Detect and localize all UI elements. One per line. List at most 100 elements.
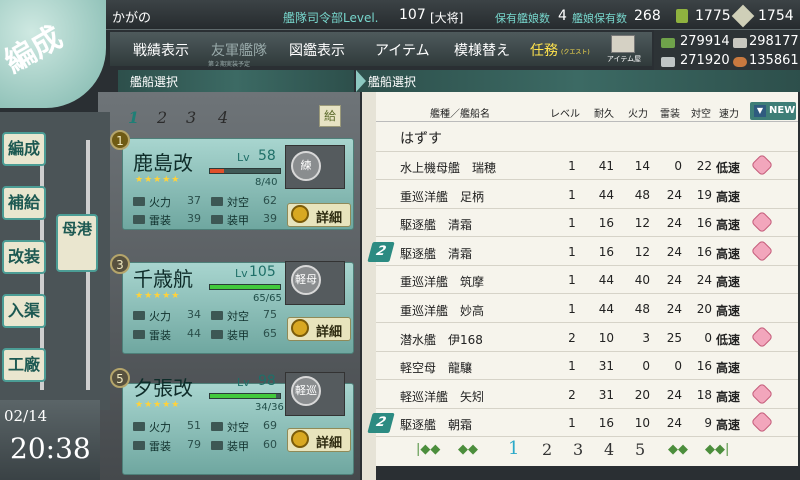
ship-list-row[interactable]: 重巡洋艦 筑摩 1 44 40 24 24 高速: [376, 266, 798, 295]
ship-type-and-name: 潜水艦 伊168: [400, 331, 483, 348]
firepower-icon: [133, 422, 145, 431]
ship-list-row[interactable]: 駆逐艦 清霜 1 16 12 24 16 高速: [376, 209, 798, 238]
fleet-tab-3[interactable]: 3: [186, 108, 204, 128]
ship-type-and-name: 駆逐艦 清霜: [400, 245, 472, 262]
nav-organize-button[interactable]: 編成: [2, 132, 46, 166]
heart-lock-icon[interactable]: [750, 411, 774, 434]
ship-name: 鹿島改: [133, 151, 193, 175]
heart-lock-icon[interactable]: [750, 239, 774, 263]
fleet-tab-4[interactable]: 4: [218, 108, 236, 128]
page-button-current[interactable]: 1: [508, 438, 519, 459]
ship-list-row[interactable]: 軽巡洋艦 矢矧 2 31 20 24 18 高速: [376, 381, 798, 409]
ship-list-torpedo: 24: [666, 187, 682, 202]
fleet-tab-2[interactable]: 2: [157, 108, 175, 128]
fleet-assignment-badge: 2: [367, 241, 395, 262]
ship-list-anti-air: 9: [704, 416, 712, 431]
detail-button[interactable]: 詳細: [287, 428, 351, 452]
pager-last-button[interactable]: ◆◆|: [705, 442, 729, 457]
nav-arsenal-button[interactable]: 工廠: [2, 348, 46, 382]
ship-type: 重巡洋艦: [400, 189, 449, 204]
supply-icon[interactable]: 給: [319, 105, 341, 127]
page-button[interactable]: 4: [604, 440, 614, 459]
ship-list-torpedo: 24: [666, 244, 682, 259]
menu-quests[interactable]: 任務: [530, 40, 558, 60]
ship-type-and-name: 軽巡洋艦 矢矧: [400, 388, 484, 405]
nav-repair-button[interactable]: 入渠: [2, 294, 46, 328]
ship-type: 軽巡洋艦: [400, 389, 449, 404]
ammo-amount: 298177: [749, 34, 799, 49]
pager-next-button[interactable]: ◆◆: [668, 442, 688, 457]
stat-value: 75: [263, 308, 277, 321]
stat-value: 34: [187, 308, 201, 321]
ship-list-torpedo: 24: [666, 302, 682, 316]
heart-lock-icon[interactable]: [750, 382, 774, 406]
ship-list-name: 筑摩: [460, 275, 485, 290]
detail-button[interactable]: 詳細: [287, 317, 351, 341]
ship-list-row[interactable]: 2 駆逐艦 清霜 1 16 12 24 16 高速: [367, 238, 798, 266]
owned-ships-count: 268: [634, 8, 661, 24]
ship-list-name: 清霜: [448, 246, 473, 261]
ship-list-row[interactable]: 軽空母 龍驤 1 31 0 0 16 高速: [376, 352, 798, 381]
column-header-level: レベル: [550, 109, 580, 120]
menu-furniture[interactable]: 模様替え: [454, 40, 510, 60]
nav-resupply-button[interactable]: 補給: [2, 186, 46, 220]
level-label: Lv: [235, 267, 248, 280]
detail-label: 詳細: [316, 436, 343, 451]
detail-button[interactable]: 詳細: [287, 203, 351, 227]
fleet-slot-number: 1: [110, 130, 130, 150]
nav-remodel-button[interactable]: 改装: [2, 240, 46, 274]
heart-lock-icon[interactable]: [750, 325, 774, 348]
heart-lock-icon[interactable]: [750, 210, 774, 234]
heart-lock-icon[interactable]: [750, 153, 774, 177]
ship-list-hp: 31: [598, 387, 614, 402]
armor-icon: [211, 330, 223, 339]
ship-list-row[interactable]: 重巡洋艦 妙高 1 44 48 24 20 高速: [376, 295, 798, 323]
page-button[interactable]: 2: [542, 440, 552, 459]
bucket-count: 1775: [695, 8, 731, 24]
stat-label: 雷装: [149, 440, 171, 453]
hp-bar-fill: [210, 394, 276, 398]
menu-library[interactable]: 図鑑表示: [289, 40, 345, 60]
torpedo-icon: [133, 441, 145, 450]
armor-icon: [211, 215, 223, 224]
ship-type-and-name: 水上機母艦 瑞穂: [400, 159, 496, 176]
left-panel-title: 艦船選択: [130, 75, 179, 89]
ship-list-hp: 10: [598, 330, 614, 345]
pager-first-button[interactable]: |◆◆: [416, 442, 440, 457]
ship-list-hp: 44: [598, 273, 614, 288]
menu-record[interactable]: 戦績表示: [133, 40, 189, 60]
ships-count: 4: [558, 8, 567, 24]
bauxite-amount: 135861: [749, 53, 799, 68]
stat-label: 対空: [227, 421, 249, 434]
ship-list-name: 伊168: [448, 332, 483, 347]
bucket-icon: [676, 9, 688, 23]
menu-friend-fleet[interactable]: 友軍艦隊: [211, 40, 267, 60]
anti-air-icon: [211, 311, 223, 320]
development-material-count: 1754: [758, 8, 794, 24]
ship-list-hp: 44: [598, 187, 614, 202]
fleet-ship-card[interactable]: 夕張改 Lv 98 ★★★★★ 34/36 軽巡 火力 51 対空 69 雷装 …: [122, 372, 354, 475]
level-label: Lv: [237, 376, 250, 389]
ship-list-row[interactable]: 潜水艦 伊168 2 10 3 25 0 低速: [376, 324, 798, 352]
stat-label: 対空: [227, 310, 249, 323]
home-port-button[interactable]: 母港: [56, 214, 98, 272]
stat-value: 62: [263, 194, 277, 207]
ship-type-badge: 軽巡: [291, 376, 321, 406]
fleet-tab-1[interactable]: 1: [128, 108, 146, 128]
fleet-ship-card[interactable]: 千歳航 Lv 105 ★★★★★ 65/65 軽母 火力 34 対空 75 雷装…: [122, 261, 354, 354]
sort-arrow-icon: ▼: [754, 105, 766, 117]
menu-items[interactable]: アイテム: [375, 40, 430, 60]
item-shop-button[interactable]: アイテム屋: [600, 34, 648, 64]
ship-list-row[interactable]: 水上機母艦 瑞穂 1 41 14 0 22 低速: [376, 152, 798, 180]
ship-list-firepower: 48: [634, 302, 650, 316]
page-button[interactable]: 3: [573, 440, 583, 459]
ship-list-row[interactable]: 2 駆逐艦 朝霜 1 16 10 24 9 高速: [367, 409, 798, 438]
ship-level: 58: [258, 148, 276, 164]
quest-subtitle: (クエスト): [561, 49, 590, 56]
sort-button[interactable]: ▼ NEW: [750, 102, 796, 120]
page-button[interactable]: 5: [635, 440, 645, 459]
fleet-ship-card[interactable]: 鹿島改 Lv 58 ★★★★★ 8/40 練 火力 37 対空 62 雷装 39…: [122, 138, 354, 230]
ship-list-row[interactable]: 重巡洋艦 足柄 1 44 48 24 19 高速: [376, 181, 798, 209]
pager-prev-button[interactable]: ◆◆: [458, 442, 478, 457]
column-header-hp: 耐久: [594, 109, 614, 120]
